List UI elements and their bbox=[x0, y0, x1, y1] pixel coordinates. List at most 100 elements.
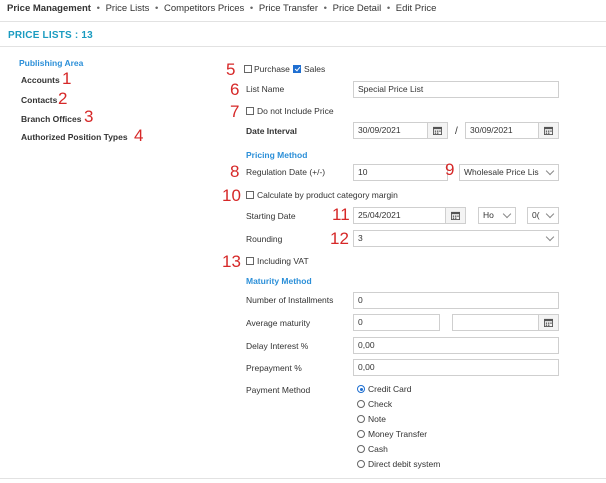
starting-date-input[interactable]: 25/04/2021 bbox=[353, 207, 466, 224]
payment-option-label: Direct debit system bbox=[368, 459, 441, 469]
bottom-divider bbox=[0, 478, 606, 479]
sales-checkbox[interactable] bbox=[293, 65, 301, 73]
marker-9: 9 bbox=[445, 160, 455, 179]
sales-label: Sales bbox=[304, 64, 326, 74]
nav-separator: • bbox=[155, 3, 159, 14]
publishing-area-title: Publishing Area bbox=[19, 58, 84, 68]
starting-hour-select[interactable]: Ho bbox=[478, 207, 516, 224]
marker-8: 8 bbox=[230, 162, 240, 181]
calendar-icon[interactable] bbox=[427, 123, 447, 138]
radio[interactable] bbox=[357, 460, 365, 468]
payment-option-label: Check bbox=[368, 399, 393, 409]
date-interval-from-input[interactable]: 30/09/2021 bbox=[353, 122, 448, 139]
calculate-by-category-checkbox[interactable] bbox=[246, 191, 254, 199]
regulation-date-input[interactable]: 10 bbox=[353, 164, 448, 181]
payment-option-note[interactable]: Note bbox=[357, 414, 386, 424]
radio[interactable] bbox=[357, 430, 365, 438]
radio-selected[interactable] bbox=[357, 385, 365, 393]
payment-option-money-transfer[interactable]: Money Transfer bbox=[357, 429, 427, 439]
sidebar-item-authorized-position-types[interactable]: Authorized Position Types bbox=[21, 132, 128, 142]
chevron-down-icon bbox=[502, 209, 512, 219]
regulation-date-label: Regulation Date (+/-) bbox=[246, 167, 326, 177]
nav-price-transfer[interactable]: Price Transfer bbox=[259, 3, 318, 14]
nav-competitors-prices[interactable]: Competitors Prices bbox=[164, 3, 244, 14]
delay-interest-label: Delay Interest % bbox=[246, 341, 309, 351]
marker-5: 5 bbox=[226, 60, 236, 79]
marker-4: 4 bbox=[134, 126, 144, 145]
price-list-select-value: Wholesale Price Lis bbox=[464, 167, 539, 177]
chevron-down-icon bbox=[545, 232, 555, 242]
payment-option-check[interactable]: Check bbox=[357, 399, 392, 409]
average-maturity-date-input[interactable] bbox=[452, 314, 559, 331]
do-not-include-price-checkbox[interactable] bbox=[246, 107, 254, 115]
nav-price-management[interactable]: Price Management bbox=[7, 3, 91, 14]
list-name-input[interactable]: Special Price List bbox=[353, 81, 559, 98]
chevron-down-icon bbox=[545, 166, 555, 176]
do-not-include-price-label: Do not Include Price bbox=[257, 106, 334, 116]
nav-separator: • bbox=[249, 3, 254, 14]
nav-divider bbox=[0, 21, 606, 22]
rounding-select[interactable]: 3 bbox=[353, 230, 559, 247]
nav-edit-price[interactable]: Edit Price bbox=[396, 3, 437, 14]
starting-minute-select[interactable]: 0( bbox=[527, 207, 559, 224]
marker-12: 12 bbox=[330, 229, 349, 248]
marker-1: 1 bbox=[62, 69, 72, 88]
payment-option-credit-card[interactable]: Credit Card bbox=[357, 384, 411, 394]
average-maturity-label: Average maturity bbox=[246, 318, 311, 328]
nav-separator: • bbox=[96, 3, 100, 14]
sidebar-item-accounts[interactable]: Accounts bbox=[21, 75, 60, 85]
nav-price-detail[interactable]: Price Detail bbox=[333, 3, 382, 14]
header-divider bbox=[0, 46, 606, 47]
radio[interactable] bbox=[357, 445, 365, 453]
payment-option-label: Money Transfer bbox=[368, 429, 428, 439]
marker-3: 3 bbox=[84, 107, 94, 126]
marker-10: 10 bbox=[222, 186, 241, 205]
date-interval-from-value: 30/09/2021 bbox=[358, 125, 401, 135]
marker-2: 2 bbox=[58, 89, 68, 108]
calendar-icon[interactable] bbox=[445, 208, 465, 223]
date-interval-label: Date Interval bbox=[246, 126, 298, 136]
including-vat-checkbox[interactable] bbox=[246, 257, 254, 265]
marker-7: 7 bbox=[230, 102, 240, 121]
radio[interactable] bbox=[357, 415, 365, 423]
nav-separator: • bbox=[386, 3, 391, 14]
price-list-select[interactable]: Wholesale Price Lis bbox=[459, 164, 559, 181]
payment-method-label: Payment Method bbox=[246, 385, 311, 395]
date-interval-to-input[interactable]: 30/09/2021 bbox=[465, 122, 559, 139]
rounding-value: 3 bbox=[358, 233, 363, 243]
starting-hour-value: Ho bbox=[483, 210, 494, 220]
nav-separator: • bbox=[323, 3, 327, 14]
payment-option-cash[interactable]: Cash bbox=[357, 444, 388, 454]
marker-13: 13 bbox=[222, 252, 241, 271]
installments-label: Number of Installments bbox=[246, 295, 334, 305]
marker-6: 6 bbox=[230, 80, 240, 99]
chevron-down-icon bbox=[545, 209, 555, 219]
purchase-checkbox[interactable] bbox=[244, 65, 252, 73]
starting-date-value: 25/04/2021 bbox=[358, 210, 401, 220]
purchase-label: Purchase bbox=[254, 64, 290, 74]
nav-price-lists[interactable]: Price Lists bbox=[106, 3, 150, 14]
payment-option-label: Cash bbox=[368, 444, 388, 454]
calculate-by-category-label: Calculate by product category margin bbox=[257, 190, 398, 200]
starting-minute-value: 0( bbox=[532, 210, 540, 220]
list-name-label: List Name bbox=[246, 84, 285, 94]
calendar-icon[interactable] bbox=[538, 123, 558, 138]
date-interval-to-value: 30/09/2021 bbox=[470, 125, 513, 135]
installments-input[interactable]: 0 bbox=[353, 292, 559, 309]
prepayment-label: Prepayment % bbox=[246, 363, 302, 373]
top-nav: Price Management • Price Lists • Competi… bbox=[7, 3, 436, 14]
date-interval-separator: / bbox=[455, 126, 458, 137]
prepayment-input[interactable]: 0,00 bbox=[353, 359, 559, 376]
radio[interactable] bbox=[357, 400, 365, 408]
payment-option-label: Note bbox=[368, 414, 386, 424]
maturity-method-title: Maturity Method bbox=[246, 276, 312, 286]
average-maturity-input[interactable]: 0 bbox=[353, 314, 440, 331]
sidebar-item-branch-offices[interactable]: Branch Offices bbox=[21, 114, 81, 124]
delay-interest-input[interactable]: 0,00 bbox=[353, 337, 559, 354]
payment-option-label: Credit Card bbox=[368, 384, 412, 394]
payment-option-direct-debit[interactable]: Direct debit system bbox=[357, 459, 440, 469]
calendar-icon[interactable] bbox=[538, 315, 558, 330]
including-vat-label: Including VAT bbox=[257, 256, 309, 266]
marker-11: 11 bbox=[332, 205, 350, 224]
sidebar-item-contacts[interactable]: Contacts bbox=[21, 95, 57, 105]
